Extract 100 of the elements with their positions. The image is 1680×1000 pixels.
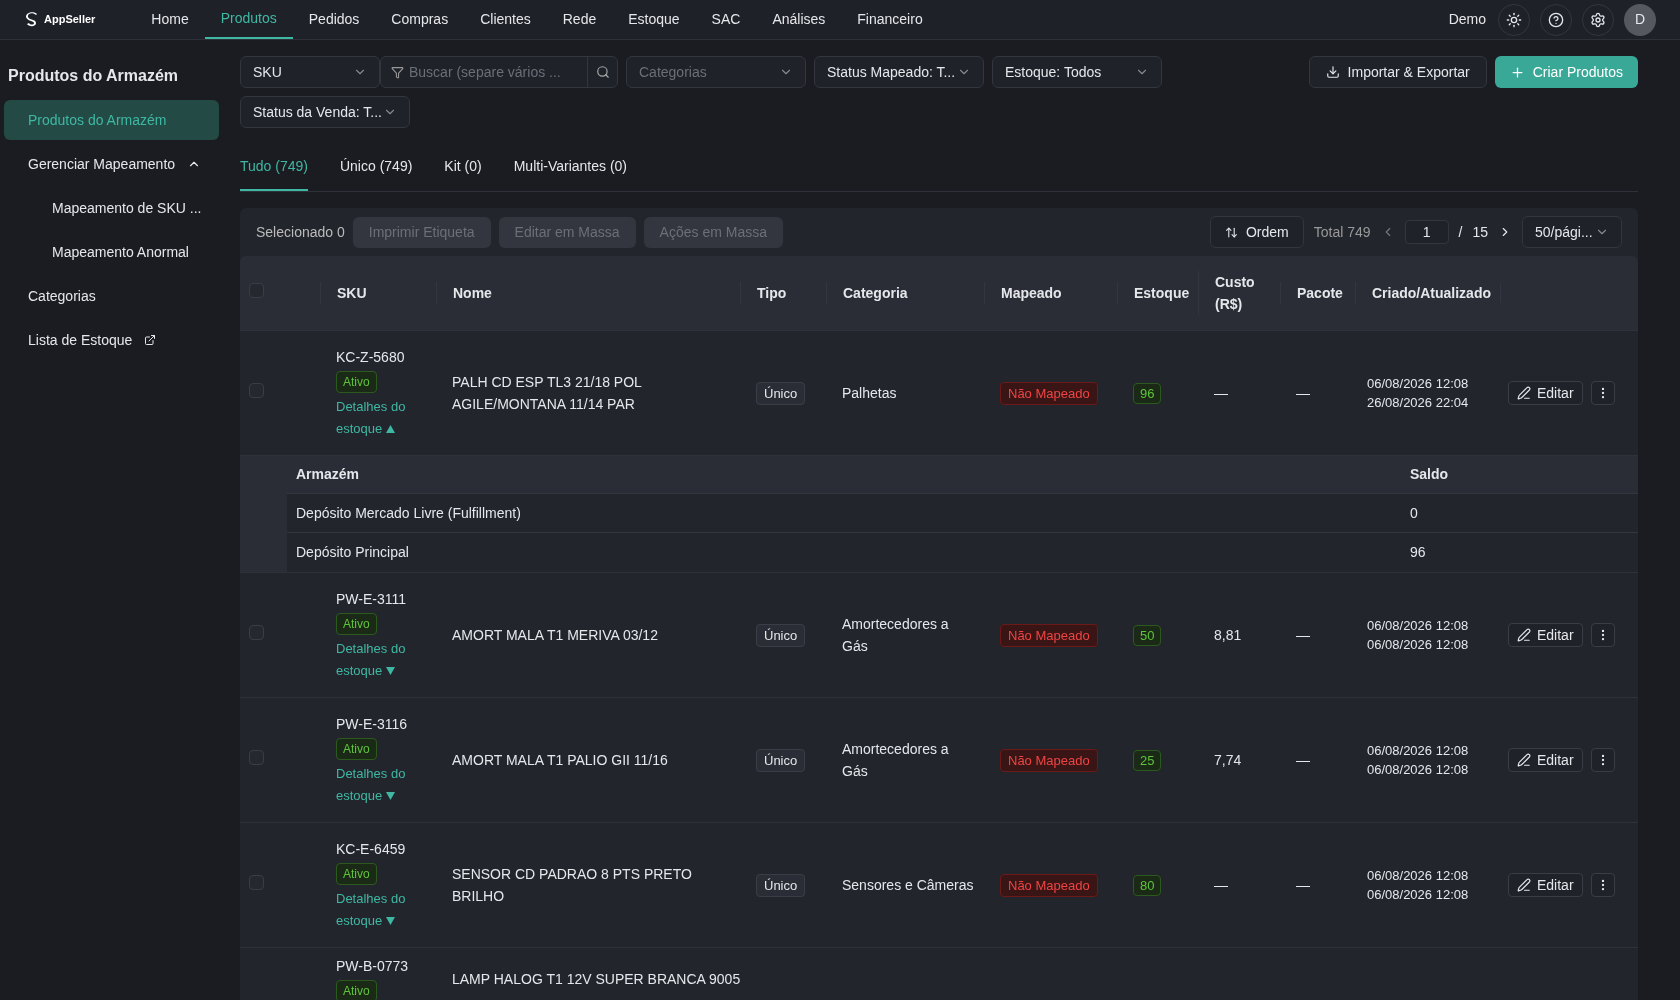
column-header: Nome bbox=[453, 285, 492, 301]
updated-date: 06/08/2026 12:08 bbox=[1367, 761, 1470, 779]
page-total: 15 bbox=[1472, 222, 1488, 242]
product-name: LAMP HALOG T1 12V SUPER BRANCA 9005 bbox=[452, 971, 741, 987]
selected-count: Selecionado 0 bbox=[256, 222, 345, 242]
product-name: PALH CD ESP TL3 21/18 POL AGILE/MONTANA 11/14 PAR bbox=[452, 374, 642, 412]
more-button[interactable] bbox=[1590, 748, 1615, 772]
stock-tag: 25 bbox=[1133, 749, 1162, 771]
edit-button[interactable]: Editar bbox=[1508, 873, 1583, 897]
type-tag: Único bbox=[756, 381, 806, 405]
cost-text: 8,81 bbox=[1214, 626, 1242, 643]
product-name: AMORT MALA T1 MERIVA 03/12 bbox=[452, 627, 658, 643]
balance-text: 96 bbox=[1409, 543, 1427, 562]
tab[interactable]: Único (749) bbox=[339, 156, 413, 191]
mapped-tag: Não Mapeado bbox=[1000, 873, 1098, 897]
settings-icon bbox=[1590, 11, 1606, 28]
sort-button[interactable]: Ordem bbox=[1209, 216, 1304, 248]
stock-tag: 96 bbox=[1133, 382, 1162, 404]
sale-status-select[interactable]: Status da Venda: T... bbox=[240, 96, 410, 128]
stock-details-link[interactable]: Detalhes do estoque bbox=[336, 395, 406, 440]
column-header: Pacote bbox=[1297, 285, 1343, 301]
tab[interactable]: Multi-Variantes (0) bbox=[513, 156, 627, 191]
sidebar-title: Produtos do Armazém bbox=[7, 66, 180, 86]
status-tag: Ativo bbox=[336, 370, 377, 393]
pencil-icon bbox=[1517, 628, 1531, 642]
mapped-status-select[interactable]: Status Mapeado: T... bbox=[814, 56, 984, 88]
stock-details-link[interactable]: Detalhes do estoque bbox=[336, 637, 406, 682]
edit-button[interactable]: Editar bbox=[1508, 381, 1583, 405]
checkbox[interactable] bbox=[249, 624, 264, 640]
nav-tab[interactable]: Clientes bbox=[464, 0, 547, 39]
category-text: Amortecedores a Gás bbox=[842, 741, 949, 779]
column-header: Mapeado bbox=[1001, 285, 1062, 301]
package-text: — bbox=[1296, 384, 1310, 401]
sort-icon bbox=[1224, 225, 1238, 239]
nav-tab[interactable]: Pedidos bbox=[292, 0, 376, 39]
pencil-icon bbox=[1517, 878, 1531, 892]
cost-text: — bbox=[1214, 384, 1228, 401]
column-header: Estoque bbox=[1134, 285, 1190, 301]
type-tag: Único bbox=[756, 873, 806, 897]
nav-tab[interactable]: SAC bbox=[695, 0, 757, 39]
plus-icon bbox=[1509, 64, 1525, 80]
nav-tab[interactable]: Compras bbox=[375, 0, 465, 39]
type-tag: Único bbox=[756, 623, 806, 647]
checkbox[interactable] bbox=[249, 749, 264, 765]
search-input[interactable]: Buscar (separe vários ... bbox=[404, 61, 587, 83]
sku-text: KC-Z-5680 bbox=[336, 347, 405, 367]
category-text: Palhetas bbox=[842, 385, 897, 401]
logo-icon bbox=[24, 11, 40, 28]
column-header: Categoria bbox=[843, 285, 908, 301]
status-tag: Ativo bbox=[336, 980, 377, 1000]
column-header: Tipo bbox=[757, 285, 787, 301]
total-count: Total 749 bbox=[1313, 222, 1371, 242]
more-button[interactable] bbox=[1590, 623, 1615, 647]
edit-button[interactable]: Editar bbox=[1508, 748, 1583, 772]
created-date: 06/08/2026 12:08 bbox=[1367, 867, 1470, 885]
tab[interactable]: Tudo (749) bbox=[240, 156, 308, 191]
balance-text: 0 bbox=[1409, 503, 1419, 523]
status-tag: Ativo bbox=[336, 862, 377, 885]
stock-details-link[interactable]: Detalhes do estoque bbox=[336, 887, 406, 932]
search-field[interactable]: Buscar (separe vários ... bbox=[380, 56, 618, 88]
stock-select[interactable]: Estoque: Todos bbox=[992, 56, 1162, 88]
nav-tab[interactable]: Análises bbox=[756, 0, 842, 39]
user-avatar[interactable]: D bbox=[1624, 3, 1656, 36]
column-header: Saldo bbox=[1409, 465, 1450, 484]
checkbox[interactable] bbox=[249, 874, 264, 890]
updated-date: 06/08/2026 12:08 bbox=[1367, 886, 1470, 904]
more-button[interactable] bbox=[1590, 873, 1615, 897]
package-text: — bbox=[1296, 876, 1310, 893]
column-header: Custo (R$) bbox=[1215, 273, 1255, 314]
page-size-select[interactable]: 50/pági... bbox=[1522, 216, 1622, 248]
user-name: Demo bbox=[1448, 10, 1486, 29]
sidebar-item[interactable]: Mapeamento Anormal bbox=[4, 232, 219, 272]
sku-text: KC-E-6459 bbox=[336, 839, 406, 859]
tab[interactable]: Kit (0) bbox=[444, 156, 482, 191]
sku-text: PW-E-3116 bbox=[336, 714, 408, 734]
mapped-tag: Não Mapeado bbox=[1000, 381, 1098, 405]
help-icon bbox=[1548, 11, 1564, 28]
page-field[interactable]: 1 bbox=[1404, 220, 1449, 244]
edit-button[interactable]: Editar bbox=[1508, 623, 1583, 647]
nav-tab[interactable]: Rede bbox=[546, 0, 613, 39]
checkbox[interactable] bbox=[249, 382, 264, 398]
nav-tab[interactable]: Estoque bbox=[612, 0, 696, 39]
updated-date: 26/08/2026 22:04 bbox=[1367, 394, 1470, 412]
nav-tab[interactable]: Financeiro bbox=[841, 0, 939, 39]
stock-details-link[interactable]: Detalhes do estoque bbox=[336, 762, 406, 807]
nav-tab[interactable]: Home bbox=[135, 0, 205, 39]
warehouse-name: Depósito Principal bbox=[295, 543, 410, 562]
sun-icon bbox=[1506, 11, 1522, 28]
brand-name: AppSeller bbox=[44, 12, 96, 28]
sidebar-item[interactable]: Lista de Estoque bbox=[4, 320, 219, 360]
more-button[interactable] bbox=[1590, 381, 1615, 405]
import-export-button[interactable]: Importar & Exportar bbox=[1308, 56, 1487, 88]
nav-tab[interactable]: Produtos bbox=[204, 0, 293, 39]
sidebar-item[interactable]: Produtos do Armazém bbox=[4, 100, 219, 140]
sidebar-item[interactable]: Categorias bbox=[4, 276, 219, 316]
stock-tag: 80 bbox=[1133, 874, 1162, 896]
filter-icon bbox=[391, 65, 404, 79]
sidebar-item[interactable]: Mapeamento de SKU ... bbox=[4, 188, 219, 228]
field-select[interactable]: SKU bbox=[240, 56, 380, 88]
sidebar-item[interactable]: Gerenciar Mapeamento bbox=[4, 144, 219, 184]
